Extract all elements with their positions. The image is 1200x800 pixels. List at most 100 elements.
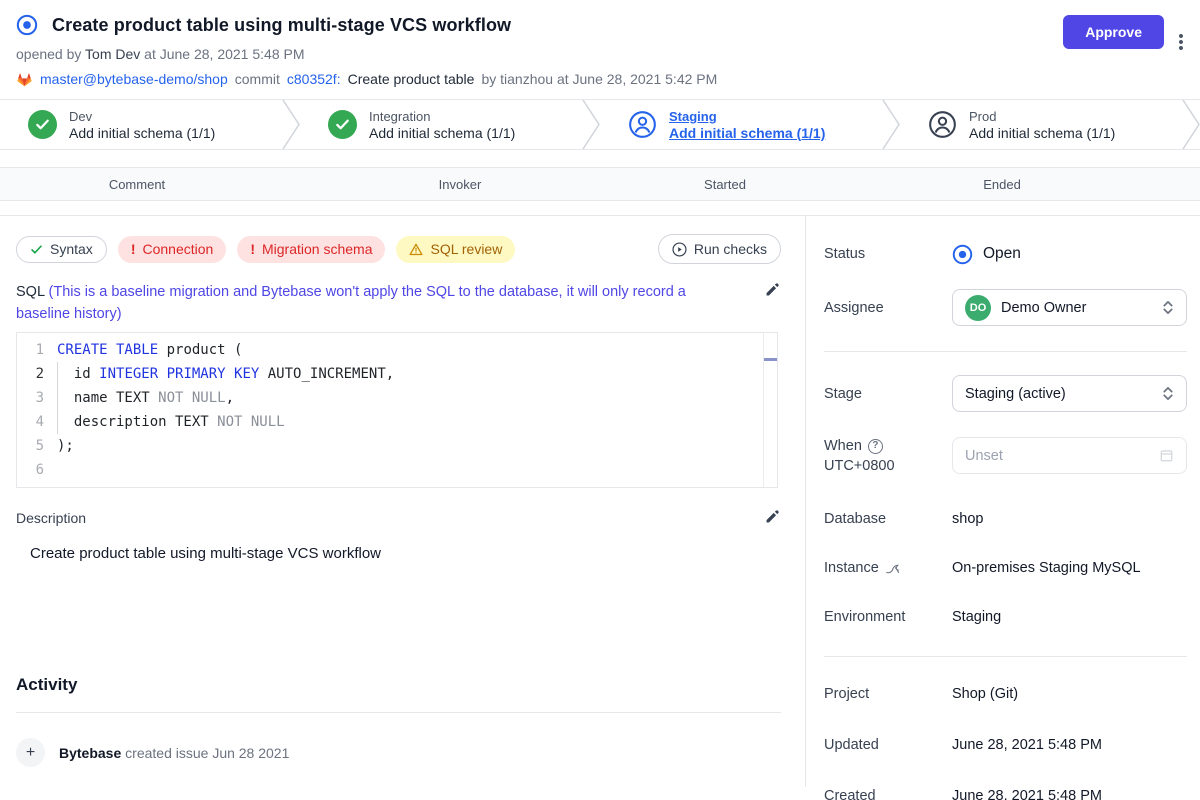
editor-minimap-scrollbar[interactable] bbox=[763, 333, 777, 487]
stage-integration[interactable]: Integration Add initial schema (1/1) bbox=[300, 100, 582, 149]
stage-pending-person-icon bbox=[928, 110, 957, 139]
task-table-body bbox=[0, 201, 1200, 216]
code-token: ); bbox=[57, 438, 74, 454]
stage-prod[interactable]: Prod Add initial schema (1/1) bbox=[900, 100, 1182, 149]
check-badge-label: Connection bbox=[142, 241, 213, 257]
check-badge-label: SQL review bbox=[430, 241, 502, 257]
checks-row: Syntax ! Connection ! Migration schema S… bbox=[16, 234, 781, 264]
assignee-value: Demo Owner bbox=[1001, 300, 1086, 316]
vcs-commit-line: master@bytebase-demo/shop commit c80352f… bbox=[16, 71, 1184, 87]
commit-word: commit bbox=[235, 71, 280, 87]
code-line: 6 bbox=[17, 458, 777, 482]
check-badge-sql-review[interactable]: SQL review bbox=[396, 236, 515, 263]
approve-button[interactable]: Approve bbox=[1063, 15, 1164, 49]
status-row: Status Open bbox=[824, 240, 1187, 268]
run-checks-label: Run checks bbox=[694, 241, 767, 257]
code-token: INTEGER PRIMARY KEY bbox=[99, 366, 259, 382]
status-open-icon bbox=[952, 244, 973, 265]
stage-separator-chevron bbox=[582, 100, 600, 149]
activity-divider bbox=[16, 712, 781, 713]
warning-triangle-icon bbox=[409, 243, 423, 256]
opened-user: Tom Dev bbox=[85, 46, 140, 62]
task-table-header: Comment Invoker Started Ended bbox=[0, 168, 1200, 201]
code-token: product ( bbox=[158, 342, 242, 358]
project-row: Project Shop (Git) bbox=[824, 680, 1187, 708]
line-number: 1 bbox=[17, 338, 57, 362]
database-value[interactable]: shop bbox=[952, 511, 983, 527]
code-line: 4 description TEXT NOT NULL bbox=[17, 410, 777, 434]
environment-label: Environment bbox=[824, 609, 952, 625]
check-badge-migration-schema[interactable]: ! Migration schema bbox=[237, 236, 385, 263]
activity-text: created issue Jun 28 2021 bbox=[121, 745, 289, 761]
created-label: Created bbox=[824, 788, 952, 800]
sql-code-editor[interactable]: 1CREATE TABLE product ( 2 id INTEGER PRI… bbox=[16, 332, 778, 488]
page-title: Create product table using multi-stage V… bbox=[52, 15, 511, 36]
sql-label: SQL bbox=[16, 284, 49, 300]
stage-select[interactable]: Staging (active) bbox=[952, 375, 1187, 412]
help-icon[interactable]: ? bbox=[868, 439, 883, 454]
task-run-table: Comment Invoker Started Ended bbox=[0, 167, 1200, 216]
run-checks-button[interactable]: Run checks bbox=[658, 234, 781, 264]
plus-icon: + bbox=[16, 738, 45, 767]
stage-name: Dev bbox=[69, 109, 215, 124]
status-label: Status bbox=[824, 246, 952, 262]
opened-prefix: opened by bbox=[16, 46, 85, 62]
sidebar-divider bbox=[824, 351, 1187, 352]
opened-by-line: opened by Tom Dev at June 28, 2021 5:48 … bbox=[16, 46, 1184, 62]
code-token: description TEXT bbox=[57, 414, 217, 430]
stage-active-person-icon bbox=[628, 110, 657, 139]
play-circle-icon bbox=[672, 242, 687, 257]
when-row: When ? UTC+0800 bbox=[824, 435, 1187, 476]
updated-label: Updated bbox=[824, 737, 952, 753]
stage-staging[interactable]: Staging Add initial schema (1/1) bbox=[600, 100, 882, 149]
line-number: 6 bbox=[17, 458, 57, 482]
description-text: Create product table using multi-stage V… bbox=[30, 545, 781, 675]
error-bang-icon: ! bbox=[131, 241, 136, 257]
chevron-up-down-icon bbox=[1162, 386, 1174, 401]
stage-done-icon bbox=[328, 110, 357, 139]
stage-separator-chevron bbox=[282, 100, 300, 149]
assignee-label: Assignee bbox=[824, 300, 952, 316]
code-token: id bbox=[57, 366, 99, 382]
stage-done-icon bbox=[28, 110, 57, 139]
col-ended: Ended bbox=[804, 177, 1200, 192]
when-input-field[interactable] bbox=[965, 448, 1159, 464]
when-label: When bbox=[824, 436, 862, 456]
assignee-select[interactable]: DO Demo Owner bbox=[952, 289, 1187, 326]
line-number: 5 bbox=[17, 434, 57, 458]
stage-value: Staging (active) bbox=[965, 386, 1066, 402]
issue-sidebar: Status Open Assignee DO Demo Owner Stage… bbox=[805, 216, 1200, 787]
stage-pipeline: Dev Add initial schema (1/1) Integration… bbox=[0, 99, 1200, 150]
code-line: 1CREATE TABLE product ( bbox=[17, 338, 777, 362]
commit-hash-link[interactable]: c80352f: bbox=[287, 71, 341, 87]
stage-name: Staging bbox=[669, 109, 825, 124]
branch-repo-link[interactable]: master@bytebase-demo/shop bbox=[40, 71, 228, 87]
sidebar-divider bbox=[824, 656, 1187, 657]
col-started: Started bbox=[646, 177, 804, 192]
code-line: 2 id INTEGER PRIMARY KEY AUTO_INCREMENT, bbox=[17, 362, 777, 386]
stage-task: Add initial schema (1/1) bbox=[369, 125, 515, 141]
updated-row: Updated June 28, 2021 5:48 PM bbox=[824, 731, 1187, 759]
commit-message: Create product table bbox=[348, 71, 475, 87]
code-token: CREATE TABLE bbox=[57, 342, 158, 358]
instance-value[interactable]: On-premises Staging MySQL bbox=[952, 560, 1141, 576]
opened-time: at June 28, 2021 5:48 PM bbox=[140, 46, 304, 62]
gitlab-icon bbox=[16, 71, 33, 87]
when-date-input[interactable] bbox=[952, 437, 1187, 474]
check-badge-syntax[interactable]: Syntax bbox=[16, 236, 107, 263]
instance-row: Instance On-premises Staging MySQL bbox=[824, 554, 1187, 582]
more-actions-menu-icon[interactable]: ••• bbox=[1171, 34, 1191, 52]
status-value: Open bbox=[983, 245, 1021, 263]
edit-sql-pencil-icon[interactable] bbox=[764, 281, 781, 325]
project-value[interactable]: Shop (Git) bbox=[952, 686, 1018, 702]
stage-label: Stage bbox=[824, 386, 952, 402]
col-invoker: Invoker bbox=[274, 177, 646, 192]
check-badge-label: Syntax bbox=[50, 241, 93, 257]
check-badge-connection[interactable]: ! Connection bbox=[118, 236, 227, 263]
edit-description-pencil-icon[interactable] bbox=[764, 508, 781, 528]
stage-dev[interactable]: Dev Add initial schema (1/1) bbox=[0, 100, 282, 149]
stage-name: Integration bbox=[369, 109, 515, 124]
sql-baseline-note: (This is a baseline migration and Byteba… bbox=[16, 284, 686, 322]
instance-label: Instance bbox=[824, 560, 879, 576]
issue-header: Create product table using multi-stage V… bbox=[0, 0, 1200, 87]
